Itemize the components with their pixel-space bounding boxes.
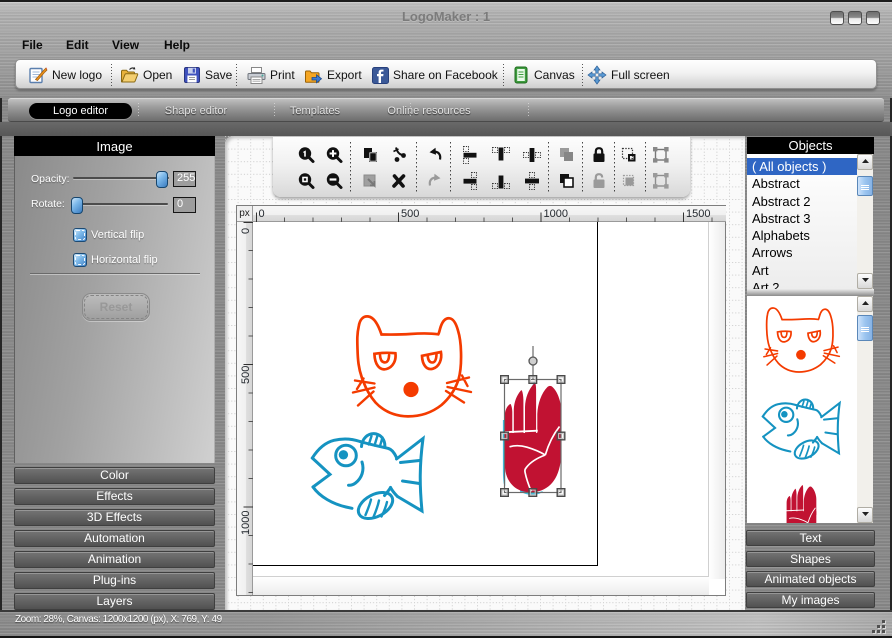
svg-text:0: 0: [259, 208, 265, 220]
svg-text:1000: 1000: [240, 511, 252, 535]
svg-text:1000: 1000: [544, 208, 568, 220]
svg-text:1500: 1500: [686, 208, 710, 220]
svg-text:0: 0: [240, 228, 252, 234]
svg-text:500: 500: [240, 366, 252, 384]
svg-text:500: 500: [401, 208, 419, 220]
